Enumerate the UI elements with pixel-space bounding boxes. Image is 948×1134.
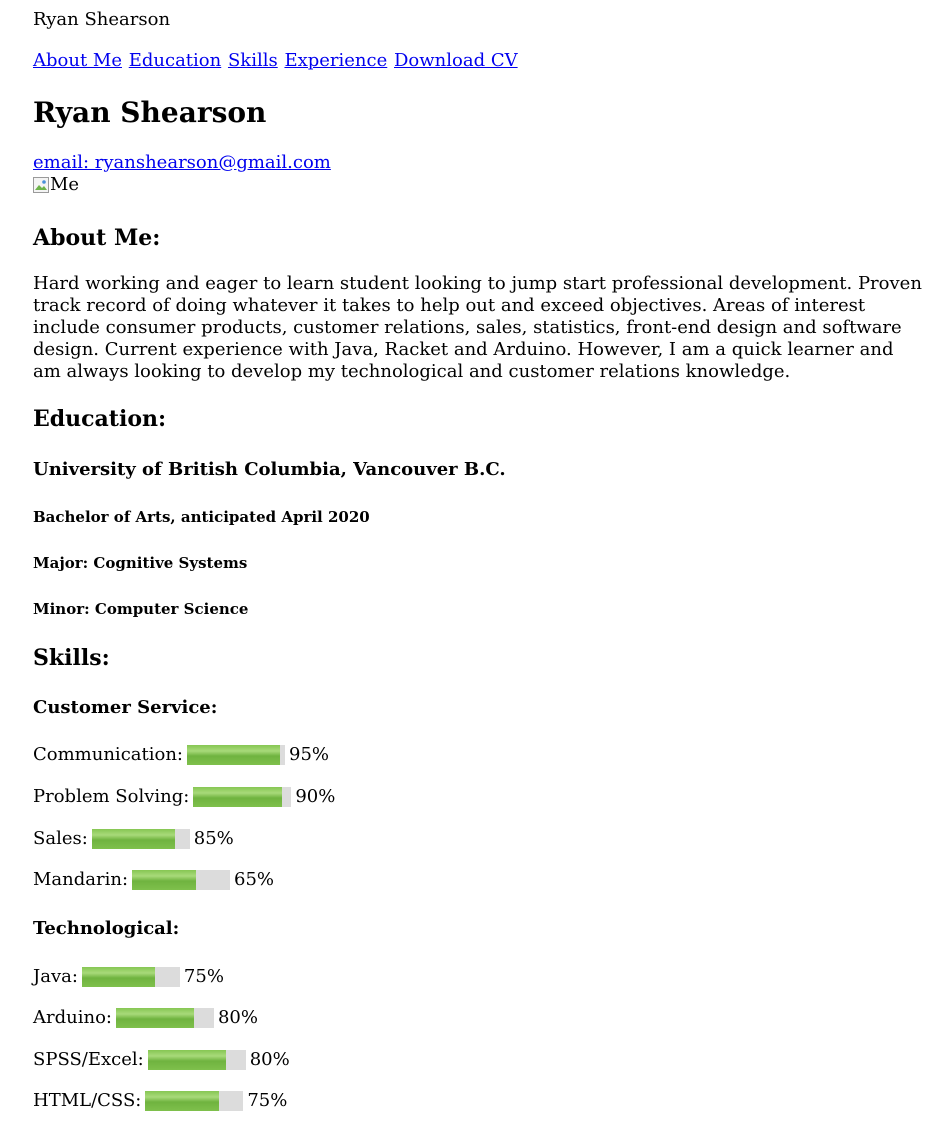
skill-label: HTML/CSS: <box>33 1090 142 1111</box>
education-heading: Education: <box>33 406 167 432</box>
skill-progress-fill <box>81 967 156 987</box>
skill-row: SPSS/Excel: 80% <box>33 1048 290 1072</box>
skill-row: Communication: 95% <box>33 743 329 767</box>
skill-label: Arduino: <box>33 1007 112 1028</box>
skills-heading: Skills: <box>33 645 110 671</box>
education-major: Major: Cognitive Systems <box>33 554 248 572</box>
profile-photo: Me <box>33 174 79 196</box>
nav-download-cv-link[interactable]: Download CV <box>394 50 518 71</box>
skill-row: Java: 75% <box>33 965 224 989</box>
skill-progress-bar <box>147 1050 246 1070</box>
skill-percent: 80% <box>217 1007 258 1028</box>
skill-percent: 85% <box>193 828 234 849</box>
skill-progress-bar <box>115 1008 214 1028</box>
about-text: Hard working and eager to learn student … <box>33 273 922 382</box>
skill-row: HTML/CSS: 75% <box>33 1089 287 1113</box>
nav-skills-link[interactable]: Skills <box>228 50 278 71</box>
skill-label: SPSS/Excel: <box>33 1049 144 1070</box>
skill-percent: 65% <box>234 869 275 890</box>
skill-row: Sales: 85% <box>33 827 234 851</box>
email-link[interactable]: email: ryanshearson@gmail.com <box>33 152 923 174</box>
skill-percent: 75% <box>247 1090 288 1111</box>
skill-progress-bar <box>187 745 285 765</box>
skill-progress-bar <box>132 870 231 890</box>
skill-progress-bar <box>145 1091 244 1111</box>
skill-label: Java: <box>33 966 78 987</box>
skill-progress-bar <box>91 829 190 849</box>
skill-progress-bar <box>81 967 180 987</box>
skill-progress-fill <box>187 745 281 765</box>
skill-progress-fill <box>145 1091 219 1111</box>
technological-heading: Technological: <box>33 918 180 939</box>
skill-progress-fill <box>193 787 282 807</box>
skill-label: Sales: <box>33 828 88 849</box>
site-title: Ryan Shearson <box>33 9 171 30</box>
skill-row: Mandarin: 65% <box>33 868 274 892</box>
skill-label: Problem Solving: <box>33 786 190 807</box>
skill-row: Problem Solving: 90% <box>33 785 335 809</box>
education-degree: Bachelor of Arts, anticipated April 2020 <box>33 508 370 526</box>
skill-progress-fill <box>91 829 176 849</box>
nav-about-me-link[interactable]: About Me <box>33 50 122 71</box>
skill-label: Mandarin: <box>33 869 129 890</box>
skill-progress-fill <box>115 1008 195 1028</box>
nav-education-link[interactable]: Education <box>129 50 222 71</box>
skill-row: Arduino: 80% <box>33 1006 258 1030</box>
skill-percent: 75% <box>183 966 224 987</box>
skill-label: Communication: <box>33 744 183 765</box>
skill-progress-fill <box>147 1050 227 1070</box>
skill-percent: 95% <box>289 744 330 765</box>
education-school: University of British Columbia, Vancouve… <box>33 459 506 480</box>
skill-progress-fill <box>132 870 196 890</box>
page-title: Ryan Shearson <box>33 96 267 129</box>
skill-percent: 90% <box>295 786 336 807</box>
about-heading: About Me: <box>33 225 161 251</box>
top-nav: About Me Education Skills Experience Dow… <box>33 49 923 73</box>
skill-progress-bar <box>193 787 292 807</box>
education-minor: Minor: Computer Science <box>33 600 249 618</box>
skill-percent: 80% <box>249 1049 290 1070</box>
broken-image-icon <box>33 177 49 193</box>
nav-experience-link[interactable]: Experience <box>284 50 387 71</box>
page: Ryan Shearson About Me Education Skills … <box>0 0 923 197</box>
customer-service-heading: Customer Service: <box>33 697 218 718</box>
profile-photo-alt: Me <box>50 174 80 195</box>
